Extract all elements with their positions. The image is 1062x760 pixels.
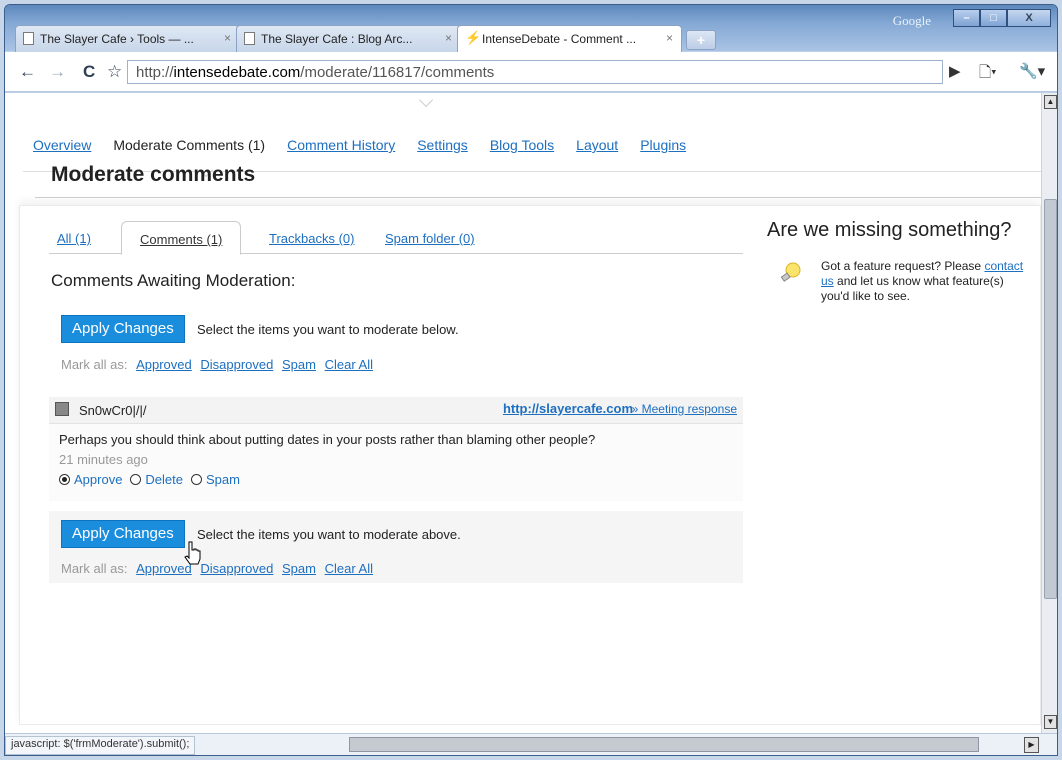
author-site-link[interactable]: http://slayercafe.com	[503, 401, 633, 416]
url-path: /moderate/116817/comments	[300, 64, 495, 81]
url-domain: intensedebate.com	[173, 64, 301, 81]
tab-slayer-tools[interactable]: The Slayer Cafe › Tools — ... ×	[15, 25, 240, 52]
maximize-button[interactable]: □	[980, 9, 1007, 27]
close-window-button[interactable]: X	[1007, 9, 1051, 27]
comment-author: Sn0wCr0|/|/	[79, 403, 147, 418]
approve-label: Approve	[74, 472, 123, 487]
tab-all[interactable]: All (1)	[57, 231, 91, 246]
apply-changes-button-top[interactable]: Apply Changes	[61, 315, 185, 343]
horizontal-scrollbar[interactable]	[349, 737, 979, 752]
tab-close-icon[interactable]: ×	[666, 31, 673, 45]
status-bar: javascript: $('frmModerate').submit(); ▶	[5, 733, 1057, 755]
tab-label: The Slayer Cafe : Blog Arc...	[261, 32, 413, 46]
apply-changes-button-bottom[interactable]: Apply Changes	[61, 520, 185, 548]
nav-blog-tools[interactable]: Blog Tools	[490, 137, 554, 153]
vertical-scrollbar[interactable]: ▲ ▼	[1041, 93, 1057, 733]
scroll-down-icon[interactable]: ▼	[1044, 715, 1057, 729]
spam-label: Spam	[206, 472, 240, 487]
moderation-options: Approve Delete Spam	[59, 472, 248, 487]
intensedebate-icon: ⚡	[465, 30, 482, 45]
nav-overview[interactable]: Overview	[33, 137, 91, 153]
spam-radio[interactable]	[191, 474, 202, 485]
page-menu-icon[interactable]: 🗋▾	[979, 62, 997, 87]
nav-layout[interactable]: Layout	[576, 137, 618, 153]
mark-approved-link[interactable]: Approved	[136, 357, 192, 372]
comment-time: 21 minutes ago	[59, 452, 148, 467]
sidebar-text: Got a feature request? Please contact us…	[821, 259, 1035, 304]
browser-toolbar: ← → C ☆ http://intensedebate.com/moderat…	[5, 52, 1057, 92]
tab-trackbacks[interactable]: Trackbacks (0)	[269, 231, 354, 246]
window-controls: – □ X	[953, 9, 1051, 27]
page-viewport: Overview Moderate Comments (1) Comment H…	[5, 93, 1041, 733]
back-icon[interactable]: ←	[19, 62, 36, 82]
lightbulb-icon	[780, 262, 801, 282]
nav-settings[interactable]: Settings	[417, 137, 468, 153]
tab-close-icon[interactable]: ×	[445, 31, 452, 45]
new-tab-button[interactable]: +	[686, 30, 716, 50]
sidebar-title: Are we missing something?	[767, 219, 1012, 241]
tab-label: The Slayer Cafe › Tools — ...	[40, 32, 194, 46]
tab-spam-folder[interactable]: Spam folder (0)	[385, 231, 475, 246]
nav-comment-history[interactable]: Comment History	[287, 137, 395, 153]
address-bar[interactable]: http://intensedebate.com/moderate/116817…	[127, 60, 943, 84]
tab-label: IntenseDebate - Comment ...	[482, 32, 637, 46]
scroll-thumb[interactable]	[1044, 199, 1057, 599]
page-title: Moderate comments	[51, 163, 256, 186]
tab-comments[interactable]: Comments (1)	[121, 221, 242, 255]
hint-top: Select the items you want to moderate be…	[197, 322, 459, 337]
spam-option[interactable]: Spam	[191, 472, 240, 487]
play-icon[interactable]: ▶	[949, 62, 961, 80]
post-link[interactable]: » Meeting response	[632, 402, 737, 416]
tab-strip: The Slayer Cafe › Tools — ... × The Slay…	[15, 25, 716, 52]
url-prefix: http://	[136, 64, 174, 81]
avatar-icon	[55, 402, 69, 416]
nav-caret-top	[418, 93, 434, 108]
approve-option[interactable]: Approve	[59, 472, 122, 487]
nav-plugins[interactable]: Plugins	[640, 137, 686, 153]
page-navigation: Overview Moderate Comments (1) Comment H…	[33, 137, 708, 153]
hand-cursor-icon	[184, 541, 201, 565]
delete-label: Delete	[145, 472, 183, 487]
reload-icon[interactable]: C	[83, 62, 95, 82]
scroll-up-icon[interactable]: ▲	[1044, 95, 1057, 109]
nav-moderate-comments: Moderate Comments (1)	[113, 137, 266, 153]
forward-icon[interactable]: →	[49, 62, 66, 82]
approve-radio[interactable]	[59, 474, 70, 485]
comment-text: Perhaps you should think about putting d…	[59, 432, 596, 447]
mark-all-bottom: Mark all as: Approved Disapproved Spam C…	[61, 561, 373, 576]
delete-option[interactable]: Delete	[130, 472, 183, 487]
mark-all-label: Mark all as:	[61, 561, 128, 576]
tab-slayer-blog[interactable]: The Slayer Cafe : Blog Arc... ×	[236, 25, 461, 52]
clear-all-link[interactable]: Clear All	[325, 561, 373, 576]
scroll-right-icon[interactable]: ▶	[1024, 737, 1039, 753]
tab-close-icon[interactable]: ×	[224, 31, 231, 45]
comment-body: Perhaps you should think about putting d…	[49, 423, 743, 501]
wrench-menu-icon[interactable]: 🔧▾	[1019, 62, 1045, 80]
bookmark-star-icon[interactable]: ☆	[107, 62, 122, 82]
tab-intensedebate[interactable]: ⚡ IntenseDebate - Comment ... ×	[457, 25, 682, 52]
mark-spam-link[interactable]: Spam	[282, 561, 316, 576]
comment-header: Sn0wCr0|/|/ http://slayercafe.com » Meet…	[49, 397, 743, 423]
title-bar: Google – □ X The Slayer Cafe › Tools — .…	[5, 5, 1057, 52]
google-label: Google	[892, 13, 931, 28]
status-text: javascript: $('frmModerate').submit();	[5, 736, 196, 755]
mark-spam-link[interactable]: Spam	[282, 357, 316, 372]
sidebar-text-before: Got a feature request? Please	[821, 259, 985, 273]
page-icon	[244, 32, 255, 45]
mark-disapproved-link[interactable]: Disapproved	[200, 357, 273, 372]
moderation-tabs: All (1) Comments (1) Trackbacks (0) Spam…	[49, 221, 743, 255]
title-divider	[35, 197, 1041, 198]
clear-all-link[interactable]: Clear All	[325, 357, 373, 372]
delete-radio[interactable]	[130, 474, 142, 485]
awaiting-heading: Comments Awaiting Moderation:	[51, 271, 296, 290]
hint-bottom: Select the items you want to moderate ab…	[197, 527, 461, 542]
minimize-button[interactable]: –	[953, 9, 980, 27]
sidebar-text-after: and let us know what feature(s) you'd li…	[821, 274, 1004, 303]
mark-all-label: Mark all as:	[61, 357, 128, 372]
page-icon	[23, 32, 34, 45]
browser-window: Google – □ X The Slayer Cafe › Tools — .…	[4, 4, 1058, 756]
mark-disapproved-link[interactable]: Disapproved	[200, 561, 273, 576]
mark-all-top: Mark all as: Approved Disapproved Spam C…	[61, 357, 373, 372]
